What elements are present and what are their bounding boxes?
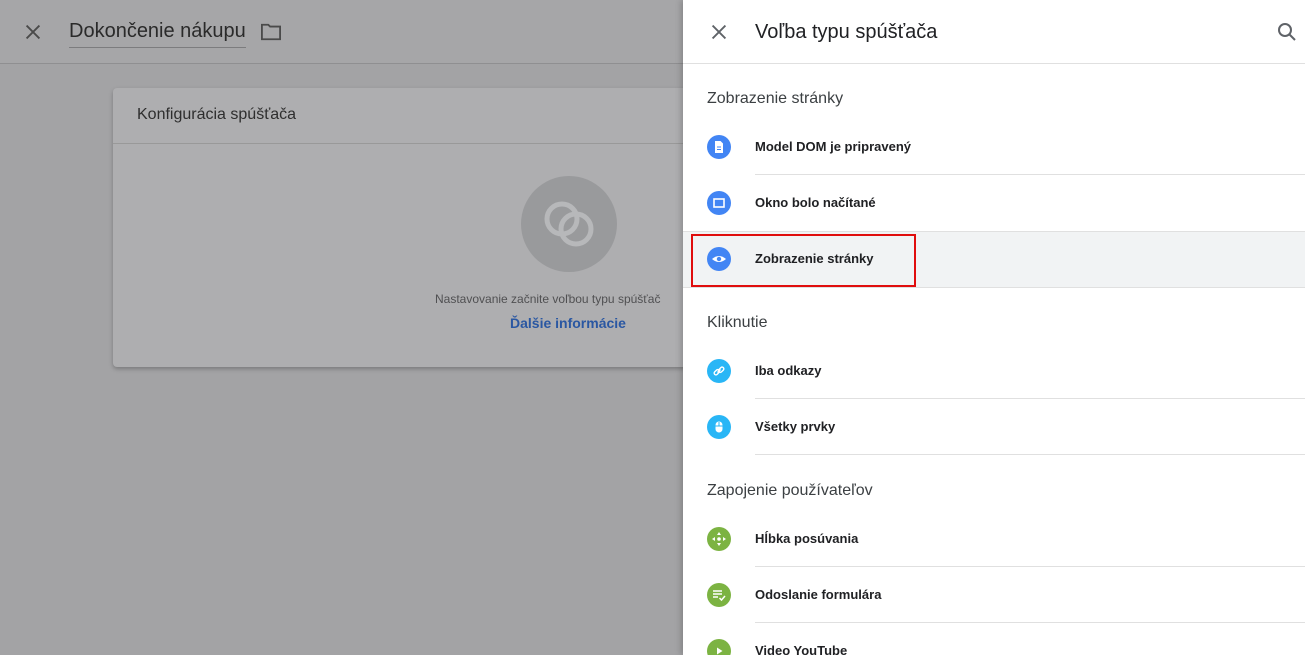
section-title-user-engagement: Zapojenie používateľov <box>707 482 873 499</box>
trigger-placeholder-icon[interactable] <box>521 176 617 272</box>
section-title-page-view: Zobrazenie stránky <box>707 90 844 107</box>
search-icon[interactable] <box>1275 20 1299 44</box>
item-label: Odoslanie formulára <box>755 587 882 602</box>
item-label: Hĺbka posúvania <box>755 531 859 546</box>
panel-header: Voľba typu spúšťača <box>683 0 1305 64</box>
trigger-type-panel: Voľba typu spúšťača Zobrazenie stránky M… <box>683 0 1305 655</box>
learn-more-link[interactable]: Ďalšie informácie <box>510 315 626 331</box>
section-title-click: Kliknutie <box>707 314 768 331</box>
trigger-youtube-video[interactable]: Video YouTube <box>683 623 1305 655</box>
close-icon[interactable] <box>708 21 730 43</box>
card-title: Konfigurácia spúšťača <box>137 106 296 123</box>
close-icon[interactable] <box>22 21 44 43</box>
trigger-config-card: Konfigurácia spúšťača Nastavovanie začni… <box>113 88 733 367</box>
eye-icon <box>707 247 731 271</box>
item-label: Video YouTube <box>755 643 848 655</box>
trigger-form-submission[interactable]: Odoslanie formulára <box>683 567 1305 623</box>
form-check-icon <box>707 583 731 607</box>
document-icon <box>707 135 731 159</box>
item-label: Okno bolo načítané <box>755 195 876 210</box>
trigger-scroll-depth[interactable]: Hĺbka posúvania <box>683 511 1305 567</box>
trigger-all-elements[interactable]: Všetky prvky <box>683 399 1305 455</box>
item-label: Model DOM je pripravený <box>755 139 912 154</box>
card-divider <box>113 143 733 144</box>
link-icon <box>707 359 731 383</box>
card-hint-text: Nastavovanie začnite voľbou typu spúšťač <box>435 292 661 306</box>
play-icon <box>707 639 731 655</box>
trigger-window-loaded[interactable]: Okno bolo načítané <box>683 175 1305 231</box>
trigger-page-view[interactable]: Zobrazenie stránky <box>683 231 1305 288</box>
scroll-arrows-icon <box>707 527 731 551</box>
mouse-icon <box>707 415 731 439</box>
trigger-dom-ready[interactable]: Model DOM je pripravený <box>683 119 1305 175</box>
tag-name-title[interactable]: Dokončenie nákupu <box>69 20 246 48</box>
item-label: Iba odkazy <box>755 363 822 378</box>
item-label: Všetky prvky <box>755 419 836 434</box>
folder-icon[interactable] <box>260 22 282 42</box>
trigger-just-links[interactable]: Iba odkazy <box>683 343 1305 399</box>
item-label: Zobrazenie stránky <box>755 251 874 266</box>
panel-title: Voľba typu spúšťača <box>755 21 938 43</box>
item-divider <box>755 454 1305 455</box>
window-icon <box>707 191 731 215</box>
